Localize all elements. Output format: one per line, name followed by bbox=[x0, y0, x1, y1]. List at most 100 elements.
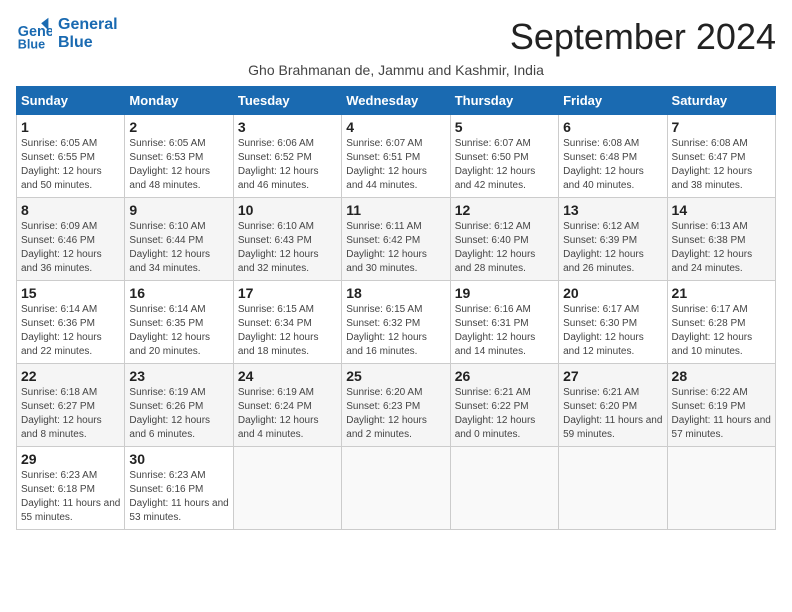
day-info: Sunrise: 6:09 AMSunset: 6:46 PMDaylight:… bbox=[21, 220, 120, 276]
calendar-cell: 6 Sunrise: 6:08 AMSunset: 6:48 PMDaylight… bbox=[559, 115, 667, 198]
day-info: Sunrise: 6:08 AMSunset: 6:48 PMDaylight:… bbox=[563, 137, 662, 193]
calendar-table: SundayMondayTuesdayWednesdayThursdayFrid… bbox=[16, 86, 776, 530]
logo: General Blue General Blue bbox=[16, 16, 118, 52]
calendar-week-2: 8 Sunrise: 6:09 AMSunset: 6:46 PMDaylight… bbox=[17, 198, 776, 281]
calendar-cell: 27 Sunrise: 6:21 AMSunset: 6:20 PMDayligh… bbox=[559, 364, 667, 447]
header-wednesday: Wednesday bbox=[342, 87, 450, 115]
calendar-cell bbox=[342, 447, 450, 530]
calendar-cell: 8 Sunrise: 6:09 AMSunset: 6:46 PMDaylight… bbox=[17, 198, 125, 281]
calendar-cell: 24 Sunrise: 6:19 AMSunset: 6:24 PMDayligh… bbox=[233, 364, 341, 447]
header-friday: Friday bbox=[559, 87, 667, 115]
calendar-cell: 15 Sunrise: 6:14 AMSunset: 6:36 PMDayligh… bbox=[17, 281, 125, 364]
calendar-cell bbox=[667, 447, 775, 530]
calendar-cell: 18 Sunrise: 6:15 AMSunset: 6:32 PMDayligh… bbox=[342, 281, 450, 364]
day-info: Sunrise: 6:19 AMSunset: 6:24 PMDaylight:… bbox=[238, 386, 337, 442]
calendar-cell: 26Sunrise: 6:21 AMSunset: 6:22 PMDayligh… bbox=[450, 364, 558, 447]
day-info: Sunrise: 6:07 AMSunset: 6:50 PMDaylight:… bbox=[455, 137, 554, 193]
day-info: Sunrise: 6:20 AMSunset: 6:23 PMDaylight:… bbox=[346, 386, 445, 442]
header-saturday: Saturday bbox=[667, 87, 775, 115]
day-number: 12 bbox=[455, 202, 554, 218]
day-info: Sunrise: 6:11 AMSunset: 6:42 PMDaylight:… bbox=[346, 220, 445, 276]
logo-icon: General Blue bbox=[16, 16, 52, 52]
day-info: Sunrise: 6:08 AMSunset: 6:47 PMDaylight:… bbox=[672, 137, 771, 193]
title-block: September 2024 bbox=[510, 16, 776, 58]
day-number: 11 bbox=[346, 202, 445, 218]
calendar-cell: 13 Sunrise: 6:12 AMSunset: 6:39 PMDayligh… bbox=[559, 198, 667, 281]
header-thursday: Thursday bbox=[450, 87, 558, 115]
day-info: Sunrise: 6:14 AMSunset: 6:35 PMDaylight:… bbox=[129, 303, 228, 359]
day-info: Sunrise: 6:17 AMSunset: 6:28 PMDaylight:… bbox=[672, 303, 771, 359]
day-number: 18 bbox=[346, 285, 445, 301]
header-tuesday: Tuesday bbox=[233, 87, 341, 115]
day-info: Sunrise: 6:15 AMSunset: 6:32 PMDaylight:… bbox=[346, 303, 445, 359]
day-number: 27 bbox=[563, 368, 662, 384]
day-number: 2 bbox=[129, 119, 228, 135]
day-number: 25 bbox=[346, 368, 445, 384]
calendar-cell: 28Sunrise: 6:22 AMSunset: 6:19 PMDayligh… bbox=[667, 364, 775, 447]
day-info: Sunrise: 6:21 AMSunset: 6:20 PMDaylight:… bbox=[563, 386, 662, 442]
day-info: Sunrise: 6:05 AMSunset: 6:55 PMDaylight:… bbox=[21, 137, 120, 193]
calendar-header-row: SundayMondayTuesdayWednesdayThursdayFrid… bbox=[17, 87, 776, 115]
day-info: Sunrise: 6:23 AMSunset: 6:16 PMDaylight:… bbox=[129, 469, 228, 525]
calendar-cell: 10 Sunrise: 6:10 AMSunset: 6:43 PMDayligh… bbox=[233, 198, 341, 281]
calendar-cell: 4 Sunrise: 6:07 AMSunset: 6:51 PMDaylight… bbox=[342, 115, 450, 198]
calendar-cell bbox=[233, 447, 341, 530]
header-sunday: Sunday bbox=[17, 87, 125, 115]
calendar-cell: 5 Sunrise: 6:07 AMSunset: 6:50 PMDaylight… bbox=[450, 115, 558, 198]
day-number: 24 bbox=[238, 368, 337, 384]
day-number: 29 bbox=[21, 451, 120, 467]
day-info: Sunrise: 6:10 AMSunset: 6:43 PMDaylight:… bbox=[238, 220, 337, 276]
day-number: 4 bbox=[346, 119, 445, 135]
day-number: 13 bbox=[563, 202, 662, 218]
day-number: 5 bbox=[455, 119, 554, 135]
day-info: Sunrise: 6:16 AMSunset: 6:31 PMDaylight:… bbox=[455, 303, 554, 359]
day-number: 3 bbox=[238, 119, 337, 135]
calendar-cell: 1 Sunrise: 6:05 AMSunset: 6:55 PMDaylight… bbox=[17, 115, 125, 198]
header-monday: Monday bbox=[125, 87, 233, 115]
calendar-cell: 22Sunrise: 6:18 AMSunset: 6:27 PMDayligh… bbox=[17, 364, 125, 447]
calendar-cell: 21 Sunrise: 6:17 AMSunset: 6:28 PMDayligh… bbox=[667, 281, 775, 364]
day-info: Sunrise: 6:14 AMSunset: 6:36 PMDaylight:… bbox=[21, 303, 120, 359]
calendar-cell: 2 Sunrise: 6:05 AMSunset: 6:53 PMDaylight… bbox=[125, 115, 233, 198]
day-info: Sunrise: 6:05 AMSunset: 6:53 PMDaylight:… bbox=[129, 137, 228, 193]
day-number: 9 bbox=[129, 202, 228, 218]
calendar-cell bbox=[559, 447, 667, 530]
calendar-week-4: 22Sunrise: 6:18 AMSunset: 6:27 PMDayligh… bbox=[17, 364, 776, 447]
calendar-cell: 11 Sunrise: 6:11 AMSunset: 6:42 PMDayligh… bbox=[342, 198, 450, 281]
day-info: Sunrise: 6:18 AMSunset: 6:27 PMDaylight:… bbox=[21, 386, 120, 442]
day-info: Sunrise: 6:10 AMSunset: 6:44 PMDaylight:… bbox=[129, 220, 228, 276]
day-number: 21 bbox=[672, 285, 771, 301]
month-title: September 2024 bbox=[510, 16, 776, 58]
day-number: 8 bbox=[21, 202, 120, 218]
logo-line2: Blue bbox=[58, 34, 118, 52]
day-number: 19 bbox=[455, 285, 554, 301]
calendar-cell: 7Sunrise: 6:08 AMSunset: 6:47 PMDaylight… bbox=[667, 115, 775, 198]
day-number: 10 bbox=[238, 202, 337, 218]
day-number: 1 bbox=[21, 119, 120, 135]
calendar-cell: 3 Sunrise: 6:06 AMSunset: 6:52 PMDaylight… bbox=[233, 115, 341, 198]
day-info: Sunrise: 6:19 AMSunset: 6:26 PMDaylight:… bbox=[129, 386, 228, 442]
day-info: Sunrise: 6:15 AMSunset: 6:34 PMDaylight:… bbox=[238, 303, 337, 359]
day-number: 30 bbox=[129, 451, 228, 467]
day-info: Sunrise: 6:06 AMSunset: 6:52 PMDaylight:… bbox=[238, 137, 337, 193]
calendar-week-3: 15 Sunrise: 6:14 AMSunset: 6:36 PMDayligh… bbox=[17, 281, 776, 364]
page-header: General Blue General Blue September 2024 bbox=[16, 16, 776, 58]
day-number: 17 bbox=[238, 285, 337, 301]
day-info: Sunrise: 6:13 AMSunset: 6:38 PMDaylight:… bbox=[672, 220, 771, 276]
page-subtitle: Gho Brahmanan de, Jammu and Kashmir, Ind… bbox=[16, 62, 776, 78]
calendar-cell: 9 Sunrise: 6:10 AMSunset: 6:44 PMDaylight… bbox=[125, 198, 233, 281]
day-info: Sunrise: 6:22 AMSunset: 6:19 PMDaylight:… bbox=[672, 386, 771, 442]
svg-text:Blue: Blue bbox=[18, 37, 45, 51]
calendar-week-1: 1 Sunrise: 6:05 AMSunset: 6:55 PMDaylight… bbox=[17, 115, 776, 198]
calendar-cell: 12Sunrise: 6:12 AMSunset: 6:40 PMDayligh… bbox=[450, 198, 558, 281]
logo-line1: General bbox=[58, 16, 118, 34]
day-number: 15 bbox=[21, 285, 120, 301]
day-info: Sunrise: 6:23 AMSunset: 6:18 PMDaylight:… bbox=[21, 469, 120, 525]
day-number: 23 bbox=[129, 368, 228, 384]
day-info: Sunrise: 6:07 AMSunset: 6:51 PMDaylight:… bbox=[346, 137, 445, 193]
day-number: 6 bbox=[563, 119, 662, 135]
calendar-cell: 16Sunrise: 6:14 AMSunset: 6:35 PMDayligh… bbox=[125, 281, 233, 364]
calendar-cell: 14Sunrise: 6:13 AMSunset: 6:38 PMDayligh… bbox=[667, 198, 775, 281]
calendar-body: 1 Sunrise: 6:05 AMSunset: 6:55 PMDaylight… bbox=[17, 115, 776, 530]
day-info: Sunrise: 6:12 AMSunset: 6:39 PMDaylight:… bbox=[563, 220, 662, 276]
